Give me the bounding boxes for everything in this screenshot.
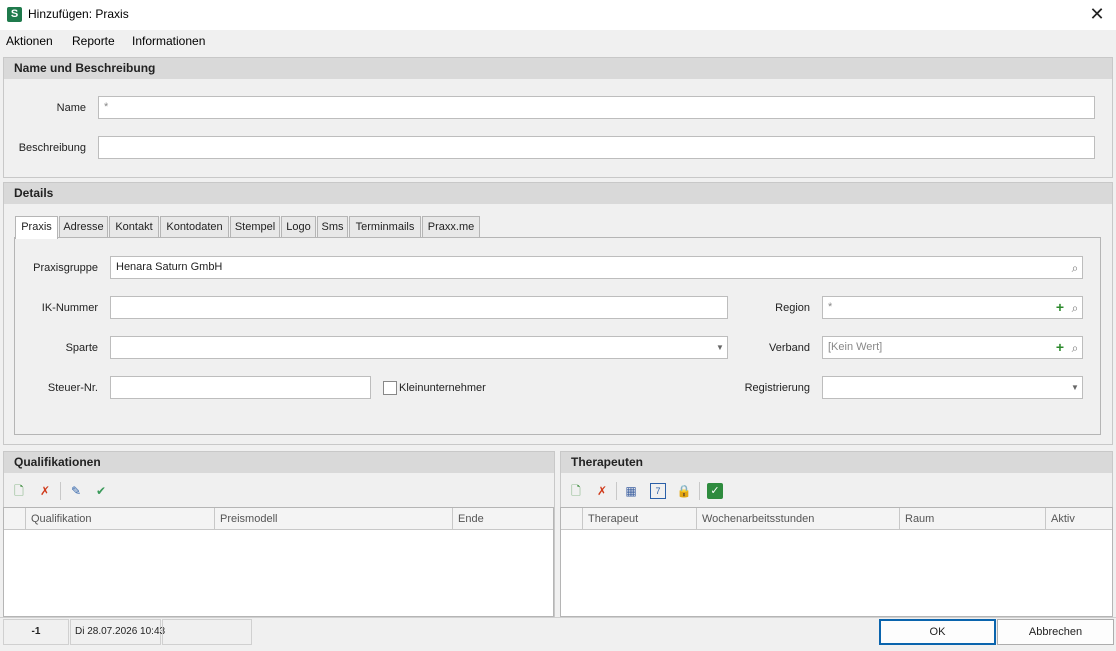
column-header-raum[interactable]: Raum [899,508,1045,530]
therapeuten-title: Therapeuten [561,452,1112,473]
name-group-title: Name und Beschreibung [4,58,1112,79]
verband-label: Verband [769,342,810,354]
status-empty-cell [162,619,252,645]
cancel-button[interactable]: Abbrechen [997,619,1114,645]
column-header-preismodell[interactable]: Preismodell [214,508,452,530]
ik-nummer-label: IK-Nummer [41,302,98,314]
sparte-select[interactable] [110,336,728,359]
column-header-ende[interactable]: Ende [452,508,552,530]
registrierung-label: Registrierung [744,382,810,394]
toolbar-divider [60,482,61,500]
steuer-nr-label: Steuer-Nr. [47,382,98,394]
calendar-grid-icon[interactable]: ▦ [623,483,639,499]
qualifikationen-title: Qualifikationen [4,452,554,473]
column-header-therapeut[interactable]: Therapeut [582,508,696,530]
close-button[interactable]: ✕ [1082,4,1112,26]
tab-adresse[interactable]: Adresse [59,216,108,238]
edit-icon[interactable]: ✎ [68,483,84,499]
check-box-icon[interactable]: ✓ [707,483,723,499]
add-icon[interactable]: 🗋 [568,483,584,499]
registrierung-select[interactable] [822,376,1083,399]
search-icon[interactable]: ⌕ [1068,341,1082,355]
sparte-label: Sparte [65,342,98,354]
delete-icon[interactable]: ✗ [37,483,53,499]
chevron-down-icon[interactable]: ▼ [1068,381,1082,395]
name-input[interactable]: * [98,96,1095,119]
kleinunternehmer-checkbox[interactable] [383,381,397,395]
tab-kontodaten[interactable]: Kontodaten [160,216,229,238]
region-input[interactable]: * [822,296,1083,319]
search-icon[interactable]: ⌕ [1068,301,1082,315]
praxisgruppe-input[interactable]: Henara Saturn GmbH [110,256,1083,279]
toolbar-divider [616,482,617,500]
tab-praxxme[interactable]: Praxx.me [422,216,480,238]
column-header-aktiv[interactable]: Aktiv [1045,508,1111,530]
ok-button[interactable]: OK [879,619,996,645]
lock-icon[interactable]: 🔒 [676,483,692,499]
description-label: Beschreibung [18,142,86,154]
tab-stempel[interactable]: Stempel [230,216,280,238]
title-bar [0,0,1116,30]
menu-aktionen[interactable]: Aktionen [6,34,53,48]
praxisgruppe-label: Praxisgruppe [33,262,98,274]
check-icon[interactable]: ✔ [93,483,109,499]
window-title: Hinzufügen: Praxis [28,7,129,21]
tab-praxis[interactable]: Praxis [15,216,58,239]
add-icon[interactable]: + [1053,340,1067,354]
steuer-nr-input[interactable] [110,376,371,399]
tab-logo[interactable]: Logo [281,216,316,238]
description-input[interactable] [98,136,1095,159]
column-header-qualifikation[interactable]: Qualifikation [25,508,214,530]
status-datetime: Di 28.07.2026 10:43 [70,619,165,645]
details-group-title: Details [4,183,1112,204]
toolbar-divider [699,482,700,500]
chevron-down-icon[interactable]: ▼ [713,341,727,355]
delete-icon[interactable]: ✗ [594,483,610,499]
kleinunternehmer-label: Kleinunternehmer [399,382,486,394]
tab-sms[interactable]: Sms [317,216,348,238]
status-id: -1 [3,619,69,645]
add-icon[interactable]: + [1053,300,1067,314]
verband-input[interactable]: [Kein Wert] [822,336,1083,359]
ik-nummer-input[interactable] [110,296,728,319]
menu-informationen[interactable]: Informationen [132,34,205,48]
name-label: Name [56,102,86,114]
calendar-day-icon[interactable]: 7 [650,483,666,499]
tab-terminmails[interactable]: Terminmails [349,216,421,238]
tab-kontakt[interactable]: Kontakt [109,216,159,238]
menu-reporte[interactable]: Reporte [72,34,115,48]
region-label: Region [775,302,810,314]
app-logo-icon: S [7,7,22,22]
search-icon[interactable]: ⌕ [1068,261,1082,275]
column-header-wochenarbeitsstunden[interactable]: Wochenarbeitsstunden [696,508,899,530]
add-icon[interactable]: 🗋 [11,483,27,499]
